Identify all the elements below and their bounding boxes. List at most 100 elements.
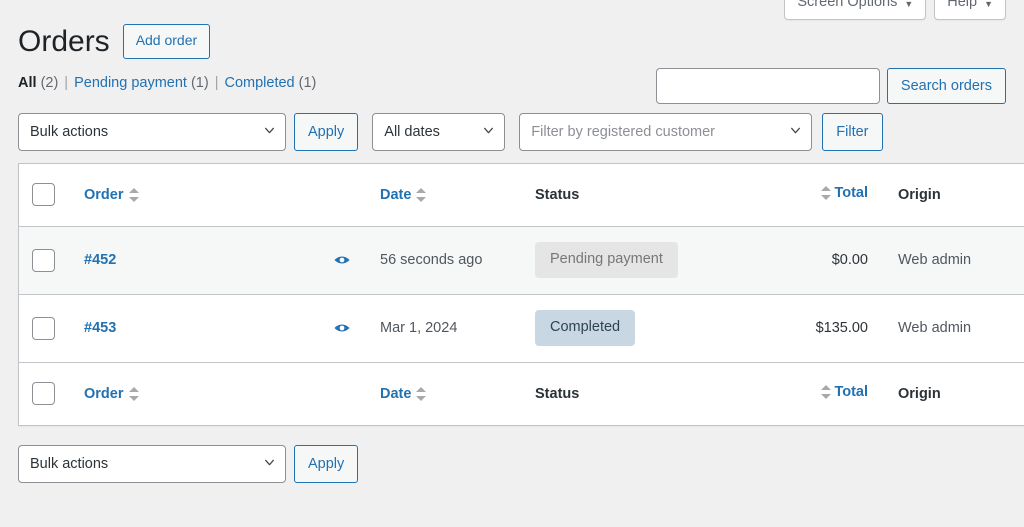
filter-button[interactable]: Filter xyxy=(822,113,882,151)
select-all-checkbox-top[interactable] xyxy=(32,183,55,206)
status-link-all-count: (2) xyxy=(41,75,59,91)
bulk-actions-select-bottom-value: Bulk actions xyxy=(18,445,286,483)
sort-arrows-icon xyxy=(821,185,831,201)
sort-order-link-bottom[interactable]: Order xyxy=(84,386,139,402)
sort-date-link-bottom[interactable]: Date xyxy=(380,386,426,402)
apply-button-bottom[interactable]: Apply xyxy=(294,445,358,483)
status-badge: Pending payment xyxy=(535,242,678,278)
order-total: $0.00 xyxy=(832,252,868,268)
date-filter-select-value: All dates xyxy=(372,113,505,151)
row-origin-cell: Web admin xyxy=(882,226,1024,294)
column-footer-origin: Origin xyxy=(882,362,1024,425)
help-label: Help xyxy=(947,0,977,12)
search-orders-button[interactable]: Search orders xyxy=(887,68,1006,104)
status-link-pending-item: Pending payment (1) xyxy=(74,73,209,95)
row-total-cell: $135.00 xyxy=(760,294,882,362)
column-footer-total: Total xyxy=(760,362,882,425)
status-link-pending-count: (1) xyxy=(191,75,209,91)
bulk-actions-select-bottom[interactable]: Bulk actions xyxy=(18,445,286,483)
row-status-cell: Completed xyxy=(535,294,760,362)
row-total-cell: $0.00 xyxy=(760,226,882,294)
status-link-separator: | xyxy=(58,73,74,95)
row-order-cell: #453 xyxy=(84,294,332,362)
column-header-status-label: Status xyxy=(535,187,579,203)
help-button[interactable]: Help ▼ xyxy=(934,0,1006,20)
column-header-preview xyxy=(332,163,380,226)
table-header-row: Order Date Status Total xyxy=(19,163,1024,226)
eye-icon[interactable] xyxy=(332,318,352,338)
orders-page: Orders Add order All (2) | Pending payme… xyxy=(0,0,1024,483)
orders-table: Order Date Status Total xyxy=(18,163,1024,426)
select-all-header xyxy=(19,163,85,226)
table-row[interactable]: #453 Mar 1, 2024 Completed $135.00 xyxy=(19,294,1024,362)
tablenav-top: Bulk actions Apply All dates Filter by r… xyxy=(18,113,1006,151)
column-footer-order-label: Order xyxy=(84,386,124,402)
screen-meta-links: Screen Options ▼ Help ▼ xyxy=(784,0,1006,20)
apply-button-top[interactable]: Apply xyxy=(294,113,358,151)
sort-arrows-icon xyxy=(416,187,426,203)
orders-table-foot: Order Date Status Total xyxy=(19,362,1024,425)
column-footer-preview xyxy=(332,362,380,425)
sort-arrows-icon xyxy=(129,386,139,402)
status-badge: Completed xyxy=(535,310,635,346)
row-origin-cell: Web admin xyxy=(882,294,1024,362)
status-link-all[interactable]: All xyxy=(18,75,37,91)
bulk-actions-select-top-value: Bulk actions xyxy=(18,113,286,151)
row-select-cell xyxy=(19,294,85,362)
status-link-all-item: All (2) xyxy=(18,73,58,95)
column-footer-total-label: Total xyxy=(834,384,868,400)
customer-filter-select-value: Filter by registered customer xyxy=(519,113,812,151)
tablenav-bottom: Bulk actions Apply xyxy=(18,445,1006,483)
sort-arrows-icon xyxy=(416,386,426,402)
column-header-date-label: Date xyxy=(380,187,411,203)
order-number-link[interactable]: #452 xyxy=(84,252,116,268)
sort-arrows-icon xyxy=(821,384,831,400)
table-row[interactable]: #452 56 seconds ago Pending payment xyxy=(19,226,1024,294)
column-footer-origin-label: Origin xyxy=(898,386,941,402)
date-filter-select[interactable]: All dates xyxy=(372,113,505,151)
customer-filter-select[interactable]: Filter by registered customer xyxy=(519,113,812,151)
row-select-cell xyxy=(19,226,85,294)
page-title: Orders xyxy=(18,22,110,61)
sort-order-link-top[interactable]: Order xyxy=(84,187,139,203)
column-footer-date: Date xyxy=(380,362,535,425)
column-header-date: Date xyxy=(380,163,535,226)
screen-options-button[interactable]: Screen Options ▼ xyxy=(784,0,926,20)
column-footer-status-label: Status xyxy=(535,386,579,402)
status-link-completed-item: Completed (1) xyxy=(224,73,316,95)
bulk-actions-select-top[interactable]: Bulk actions xyxy=(18,113,286,151)
search-box: Search orders xyxy=(656,68,1006,104)
orders-table-head: Order Date Status Total xyxy=(19,163,1024,226)
add-order-button[interactable]: Add order xyxy=(123,24,210,59)
select-all-checkbox-bottom[interactable] xyxy=(32,382,55,405)
order-number-link[interactable]: #453 xyxy=(84,320,116,336)
column-header-order-label: Order xyxy=(84,187,124,203)
column-header-status: Status xyxy=(535,163,760,226)
status-link-pending[interactable]: Pending payment xyxy=(74,75,187,91)
column-footer-status: Status xyxy=(535,362,760,425)
status-link-separator: | xyxy=(209,73,225,95)
sort-date-link-top[interactable]: Date xyxy=(380,187,426,203)
search-input[interactable] xyxy=(656,68,880,104)
row-preview-cell xyxy=(332,226,380,294)
row-date-cell: 56 seconds ago xyxy=(380,226,535,294)
status-link-completed[interactable]: Completed xyxy=(224,75,294,91)
sort-total-link-bottom[interactable]: Total xyxy=(821,384,868,400)
order-origin: Web admin xyxy=(898,252,971,268)
row-checkbox[interactable] xyxy=(32,249,55,272)
orders-table-body: #452 56 seconds ago Pending payment xyxy=(19,226,1024,362)
order-origin: Web admin xyxy=(898,320,971,336)
row-checkbox[interactable] xyxy=(32,317,55,340)
eye-icon[interactable] xyxy=(332,250,352,270)
row-order-cell: #452 xyxy=(84,226,332,294)
column-header-origin: Origin xyxy=(882,163,1024,226)
row-preview-cell xyxy=(332,294,380,362)
screen-options-label: Screen Options xyxy=(797,0,897,12)
status-link-completed-count: (1) xyxy=(299,75,317,91)
select-all-footer xyxy=(19,362,85,425)
sort-total-link-top[interactable]: Total xyxy=(821,185,868,201)
chevron-down-icon: ▼ xyxy=(984,0,993,9)
chevron-down-icon: ▼ xyxy=(904,0,913,9)
column-header-order: Order xyxy=(84,163,332,226)
column-footer-date-label: Date xyxy=(380,386,411,402)
